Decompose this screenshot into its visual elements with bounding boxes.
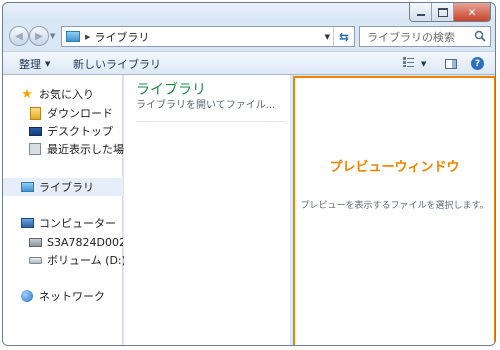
search-input[interactable]: ライブラリの検索	[367, 29, 455, 45]
view-dropdown-icon[interactable]: ▼	[421, 60, 426, 68]
refresh-icon: ⇆	[338, 29, 350, 44]
nav-item-label: 最近表示した場所	[47, 143, 135, 156]
preview-title: プレビューウィンドウ	[329, 160, 460, 175]
close-button[interactable]: ✕	[454, 3, 490, 21]
address-bar[interactable]: ▶ ライブラリ ▼ ⇆	[61, 26, 355, 47]
nav-item-label: ボリューム (D:)	[47, 254, 126, 267]
view-list-icon	[403, 56, 417, 71]
nav-libraries[interactable]: ライブラリ	[3, 178, 123, 196]
minimize-icon	[416, 14, 425, 16]
nav-libraries-label: ライブラリ	[39, 181, 94, 194]
history-dropdown-icon[interactable]: ▼	[50, 32, 55, 40]
search-box[interactable]: ライブラリの検索	[359, 26, 491, 47]
title-bar: ✕	[3, 3, 495, 23]
desktop-icon	[27, 123, 43, 139]
new-library-button[interactable]: 新しいライブラリ	[73, 52, 161, 75]
library-header: ライブラリ ライブラリを開いてファイル...	[136, 81, 286, 122]
nav-item-drive-d[interactable]: ボリューム (D:)	[27, 251, 126, 269]
breadcrumb-separator-icon: ▶	[85, 32, 91, 41]
explorer-window: ✕ ◀ ▶ ▼ ▶ ライブラリ ▼ ⇆ ライブラリの検索 整理 ▼ 新しいライブ…	[2, 2, 496, 346]
preview-pane-icon	[445, 58, 457, 69]
help-icon: ?	[471, 57, 484, 70]
recent-places-icon	[27, 141, 43, 157]
preview-pane: プレビューウィンドウ プレビューを表示するファイルを選択します。	[293, 76, 495, 345]
maximize-icon	[437, 7, 448, 17]
maximize-button[interactable]	[432, 3, 454, 21]
download-folder-icon	[27, 105, 43, 121]
library-icon	[19, 179, 35, 195]
page-title: ライブラリ	[136, 82, 206, 98]
preview-pane-toggle[interactable]	[445, 52, 457, 75]
nav-favorites[interactable]: ★ お気に入り	[19, 85, 94, 103]
nav-item-label: S3A7824D002 (C	[47, 235, 123, 249]
nav-network-label: ネットワーク	[39, 290, 105, 303]
nav-computer-label: コンピューター	[39, 217, 116, 230]
help-button[interactable]: ?	[471, 52, 484, 75]
back-arrow-icon: ◀	[15, 30, 23, 42]
nav-favorites-label: お気に入り	[39, 88, 94, 101]
nav-item-label: デスクトップ	[47, 125, 113, 138]
library-folder-icon	[66, 31, 80, 42]
network-icon	[19, 288, 35, 304]
nav-item-label: ダウンロード	[47, 107, 113, 120]
organize-dropdown-icon: ▼	[45, 59, 51, 68]
new-library-label: 新しいライブラリ	[73, 57, 161, 71]
search-icon	[474, 30, 486, 45]
nav-item-desktop[interactable]: デスクトップ	[27, 122, 113, 140]
nav-item-recent-places[interactable]: 最近表示した場所	[27, 140, 135, 158]
star-icon: ★	[21, 86, 33, 102]
change-view-button[interactable]: ▼	[403, 52, 426, 75]
library-content-pane: ライブラリ ライブラリを開いてファイル...	[124, 75, 290, 345]
breadcrumb-libraries[interactable]: ライブラリ	[94, 29, 149, 45]
back-button[interactable]: ◀	[9, 26, 29, 46]
window-controls: ✕	[409, 3, 491, 22]
forward-arrow-icon: ▶	[35, 30, 43, 42]
drive-icon	[27, 252, 43, 268]
forward-button[interactable]: ▶	[29, 26, 49, 46]
address-row: ◀ ▶ ▼ ▶ ライブラリ ▼ ⇆ ライブラリの検索	[3, 23, 495, 51]
computer-icon	[19, 215, 35, 231]
nav-item-drive-c[interactable]: S3A7824D002 (C	[27, 233, 123, 251]
address-dropdown-icon[interactable]: ▼	[325, 33, 330, 41]
refresh-button[interactable]: ⇆	[333, 27, 354, 46]
nav-computer[interactable]: コンピューター	[19, 214, 116, 232]
page-subtitle: ライブラリを開いてファイル...	[136, 100, 276, 111]
nav-network[interactable]: ネットワーク	[19, 287, 105, 305]
preview-message: プレビューを表示するファイルを選択します。	[300, 201, 489, 211]
nav-item-downloads[interactable]: ダウンロード	[27, 104, 113, 122]
system-drive-icon	[27, 234, 43, 250]
organize-label: 整理	[19, 57, 41, 71]
navigation-pane: ★ お気に入り ダウンロード デスクトップ 最近表示した場所 ライブラリ コンピ…	[3, 75, 135, 345]
organize-button[interactable]: 整理 ▼	[19, 52, 50, 75]
command-bar: 整理 ▼ 新しいライブラリ ▼ ?	[3, 51, 495, 75]
minimize-button[interactable]	[410, 3, 432, 21]
close-icon: ✕	[467, 5, 477, 19]
